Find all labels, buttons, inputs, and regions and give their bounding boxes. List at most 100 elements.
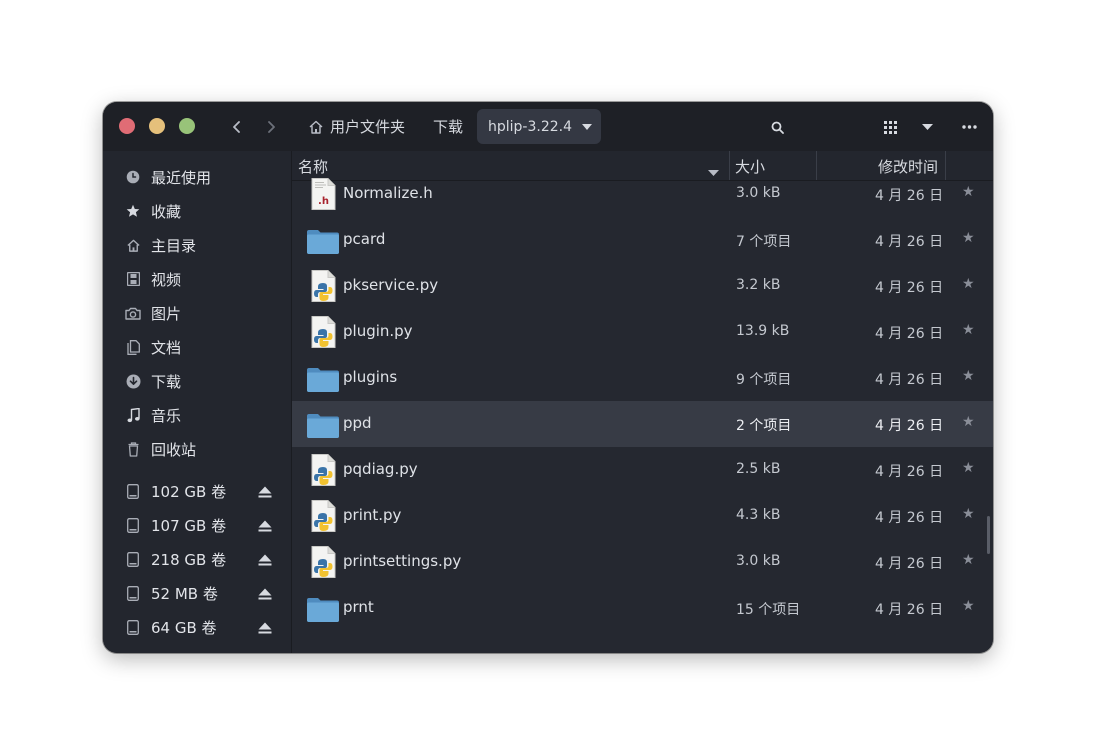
view-grid-button[interactable] [876, 111, 904, 143]
maximize-window-button[interactable] [179, 118, 195, 134]
file-name: prnt [343, 598, 374, 616]
file-manager-window: 用户文件夹 下载 hplip-3.22.4 最近使用 收藏 主目录 视频 图片 … [103, 102, 993, 653]
breadcrumb-downloads[interactable]: 下载 [433, 109, 463, 144]
eject-icon[interactable] [258, 518, 272, 536]
breadcrumb-home-label: 用户文件夹 [330, 118, 406, 136]
file-name: pkservice.py [343, 276, 439, 294]
file-name: ppd [343, 414, 372, 432]
file-modified: 4 月 26 日 [875, 602, 944, 618]
grid-icon [883, 120, 897, 134]
file-modified: 4 月 26 日 [875, 510, 944, 526]
clock-icon [124, 168, 142, 186]
main-menu-button[interactable] [955, 111, 983, 143]
forward-button[interactable] [257, 111, 285, 143]
file-list-view: 名称 大小 修改时间 .h Normalize.h 3.0 kB 4 月 26 日 ★ p… [292, 151, 993, 653]
file-size: 2.5 kB [736, 461, 781, 477]
sidebar-item-trash[interactable]: 回收站 [103, 433, 291, 465]
sidebar-item-volume[interactable]: 102 GB 卷 [103, 475, 291, 507]
file-modified: 4 月 26 日 [875, 464, 944, 480]
star-icon[interactable]: ★ [962, 322, 975, 338]
file-name: plugins [343, 368, 398, 386]
view-options-button[interactable] [913, 111, 941, 143]
scrollbar-thumb[interactable] [987, 516, 990, 554]
file-row[interactable]: .h Normalize.h 3.0 kB 4 月 26 日 ★ [292, 171, 993, 217]
python-file-icon [306, 499, 340, 533]
search-button[interactable] [763, 111, 791, 143]
eject-icon[interactable] [258, 552, 272, 570]
eject-icon[interactable] [258, 586, 272, 604]
caret-down-icon [921, 124, 933, 130]
sidebar-item-music[interactable]: 音乐 [103, 399, 291, 431]
breadcrumb-current-label: hplip-3.22.4 [488, 118, 573, 135]
file-row[interactable]: pkservice.py 3.2 kB 4 月 26 日 ★ [292, 263, 993, 309]
eject-icon[interactable] [258, 620, 272, 638]
star-icon[interactable]: ★ [962, 230, 975, 246]
sidebar-item-volume[interactable]: 64 GB 卷 [103, 611, 291, 643]
file-row[interactable]: prnt 15 个项目 4 月 26 日 ★ [292, 585, 993, 631]
sidebar-item-label: 文档 [151, 338, 182, 357]
file-size: 2 个项目 [736, 418, 792, 434]
sidebar-item-label: 回收站 [151, 440, 197, 459]
file-size: 9 个项目 [736, 372, 792, 388]
drive-icon [124, 584, 142, 602]
document-icon [124, 338, 142, 356]
file-name: print.py [343, 506, 402, 524]
film-icon [124, 270, 142, 288]
camera-icon [124, 304, 142, 322]
sidebar-item-documents[interactable]: 文档 [103, 331, 291, 363]
file-row[interactable]: pqdiag.py 2.5 kB 4 月 26 日 ★ [292, 447, 993, 493]
sidebar-item-label: 最近使用 [151, 168, 212, 187]
download-icon [124, 372, 142, 390]
file-size: 7 个项目 [736, 234, 792, 250]
sidebar: 最近使用 收藏 主目录 视频 图片 文档 下载 音乐 回收站 102 GB 卷 … [103, 151, 292, 653]
sidebar-item-volume[interactable]: 218 GB 卷 [103, 543, 291, 575]
file-name: printsettings.py [343, 552, 462, 570]
star-icon[interactable]: ★ [962, 552, 975, 568]
python-file-icon [306, 315, 340, 349]
file-modified: 4 月 26 日 [875, 372, 944, 388]
star-icon[interactable]: ★ [962, 506, 975, 522]
file-row[interactable]: print.py 4.3 kB 4 月 26 日 ★ [292, 493, 993, 539]
star-icon[interactable]: ★ [962, 368, 975, 384]
home-icon [124, 236, 142, 254]
star-icon [124, 202, 142, 220]
file-row[interactable]: printsettings.py 3.0 kB 4 月 26 日 ★ [292, 539, 993, 585]
sidebar-item-volume[interactable]: 107 GB 卷 [103, 509, 291, 541]
close-window-button[interactable] [119, 118, 135, 134]
star-icon[interactable]: ★ [962, 460, 975, 476]
sidebar-item-volume[interactable]: 52 MB 卷 [103, 577, 291, 609]
sidebar-item-videos[interactable]: 视频 [103, 263, 291, 295]
sidebar-item-label: 视频 [151, 270, 182, 289]
breadcrumb-downloads-label: 下载 [433, 118, 464, 136]
sidebar-item-starred[interactable]: 收藏 [103, 195, 291, 227]
file-row[interactable]: plugins 9 个项目 4 月 26 日 ★ [292, 355, 993, 401]
sidebar-item-downloads[interactable]: 下载 [103, 365, 291, 397]
folder-icon [306, 361, 340, 395]
star-icon[interactable]: ★ [962, 414, 975, 430]
chevron-left-icon [233, 121, 240, 133]
sidebar-item-label: 图片 [151, 304, 182, 323]
python-file-icon [306, 269, 340, 303]
sidebar-item-label: 主目录 [151, 236, 197, 255]
file-modified: 4 月 26 日 [875, 280, 944, 296]
breadcrumb-current[interactable]: hplip-3.22.4 [477, 109, 601, 144]
file-row[interactable]: ppd 2 个项目 4 月 26 日 ★ [292, 401, 993, 447]
back-button[interactable] [223, 111, 251, 143]
drive-icon [124, 482, 142, 500]
sidebar-item-recent[interactable]: 最近使用 [103, 161, 291, 193]
drive-icon [124, 550, 142, 568]
file-modified: 4 月 26 日 [875, 418, 944, 434]
file-row[interactable]: pcard 7 个项目 4 月 26 日 ★ [292, 217, 993, 263]
drive-icon [124, 618, 142, 636]
star-icon[interactable]: ★ [962, 276, 975, 292]
minimize-window-button[interactable] [149, 118, 165, 134]
star-icon[interactable]: ★ [962, 184, 975, 200]
file-name: plugin.py [343, 322, 413, 340]
breadcrumb-home[interactable]: 用户文件夹 [308, 109, 405, 144]
eject-icon[interactable] [258, 484, 272, 502]
sidebar-item-home[interactable]: 主目录 [103, 229, 291, 261]
star-icon[interactable]: ★ [962, 598, 975, 614]
file-row[interactable]: plugin.py 13.9 kB 4 月 26 日 ★ [292, 309, 993, 355]
file-size: 13.9 kB [736, 323, 790, 339]
sidebar-item-pictures[interactable]: 图片 [103, 297, 291, 329]
